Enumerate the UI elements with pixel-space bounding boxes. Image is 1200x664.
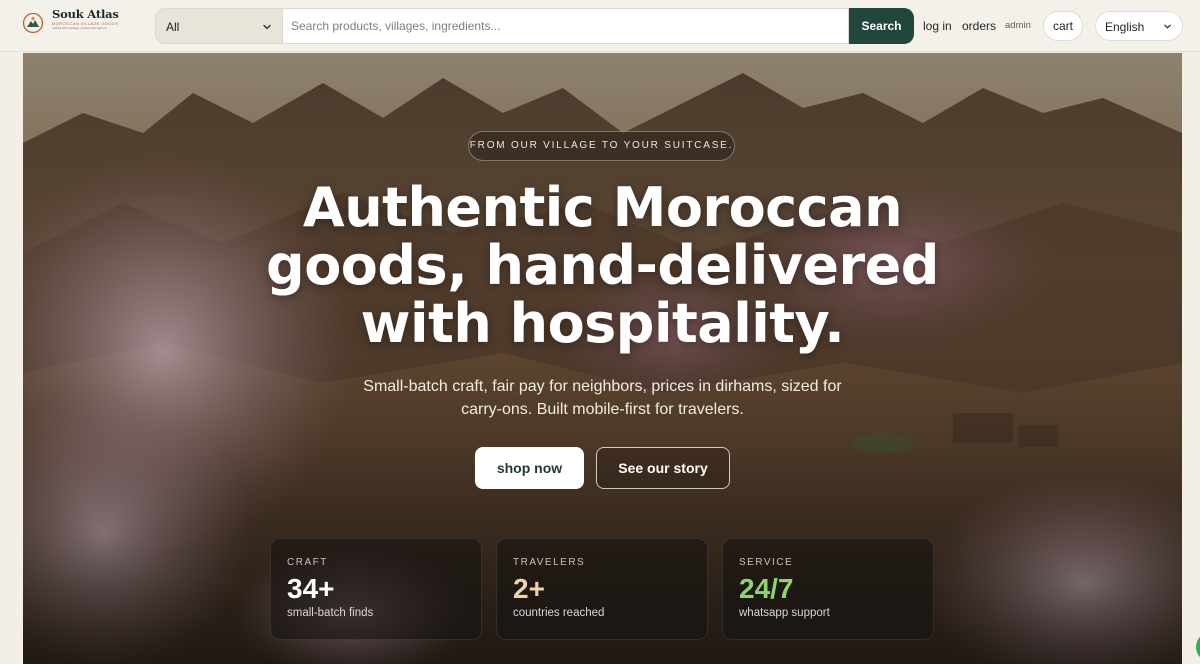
top-navigation-bar: Souk Atlas MOROCCAN VILLAGE GOODS crafte…: [0, 0, 1200, 52]
stat-caption: small-batch finds: [287, 607, 374, 619]
stat-caption: whatsapp support: [739, 607, 830, 619]
stat-value: 2+: [513, 573, 545, 604]
chevron-down-icon: [263, 24, 271, 30]
hero-section: FROM OUR VILLAGE TO YOUR SUITCASE. Authe…: [23, 53, 1182, 664]
hero-headline-line-2: goods, hand-delivered: [266, 234, 939, 297]
hero-headline-line-1: Authentic Moroccan: [302, 176, 903, 239]
cart-button[interactable]: cart: [1043, 11, 1083, 41]
orders-link[interactable]: orders: [962, 19, 996, 33]
chevron-down-icon: [1164, 24, 1171, 29]
shop-now-button[interactable]: shop now: [475, 447, 584, 489]
brand-logo[interactable]: Souk Atlas MOROCCAN VILLAGE GOODS crafte…: [22, 8, 119, 34]
language-select[interactable]: English: [1095, 11, 1183, 41]
search-button[interactable]: Search: [849, 8, 914, 44]
hero-subheadline-line-2: carry-ons. Built mobile-first for travel…: [461, 401, 744, 418]
admin-link[interactable]: admin: [1005, 20, 1031, 31]
stat-card-service: SERVICE 24/7 whatsapp support: [722, 538, 934, 640]
stat-label: CRAFT: [287, 557, 328, 568]
brand-name: Souk Atlas: [52, 7, 119, 21]
hero-headline-line-3: with hospitality.: [360, 292, 845, 355]
language-select-value: English: [1105, 20, 1145, 34]
hero-eyebrow-badge: FROM OUR VILLAGE TO YOUR SUITCASE.: [468, 131, 735, 161]
hero-subheadline: Small-batch craft, fair pay for neighbor…: [343, 375, 862, 421]
login-link[interactable]: log in: [923, 19, 952, 33]
stat-card-craft: CRAFT 34+ small-batch finds: [270, 538, 482, 640]
brand-subtagline: crafted with heritage, guided with warmt…: [52, 26, 107, 30]
stat-value: 24/7: [739, 573, 794, 604]
search-input[interactable]: [283, 8, 849, 44]
hero-subheadline-line-1: Small-batch craft, fair pay for neighbor…: [363, 378, 842, 395]
category-select-value: All: [166, 20, 180, 34]
stat-label: SERVICE: [739, 557, 794, 568]
stat-label: TRAVELERS: [513, 557, 586, 568]
logo-emblem-icon: [22, 12, 44, 34]
stat-caption: countries reached: [513, 607, 605, 619]
whatsapp-chat-icon[interactable]: [1196, 632, 1200, 662]
logo-text: Souk Atlas MOROCCAN VILLAGE GOODS crafte…: [52, 7, 119, 31]
stat-value: 34+: [287, 573, 335, 604]
see-our-story-button[interactable]: See our story: [596, 447, 730, 489]
stat-card-travelers: TRAVELERS 2+ countries reached: [496, 538, 708, 640]
category-select[interactable]: All: [155, 8, 283, 44]
hero-headline: Authentic Moroccan goods, hand-delivered…: [103, 179, 1102, 353]
